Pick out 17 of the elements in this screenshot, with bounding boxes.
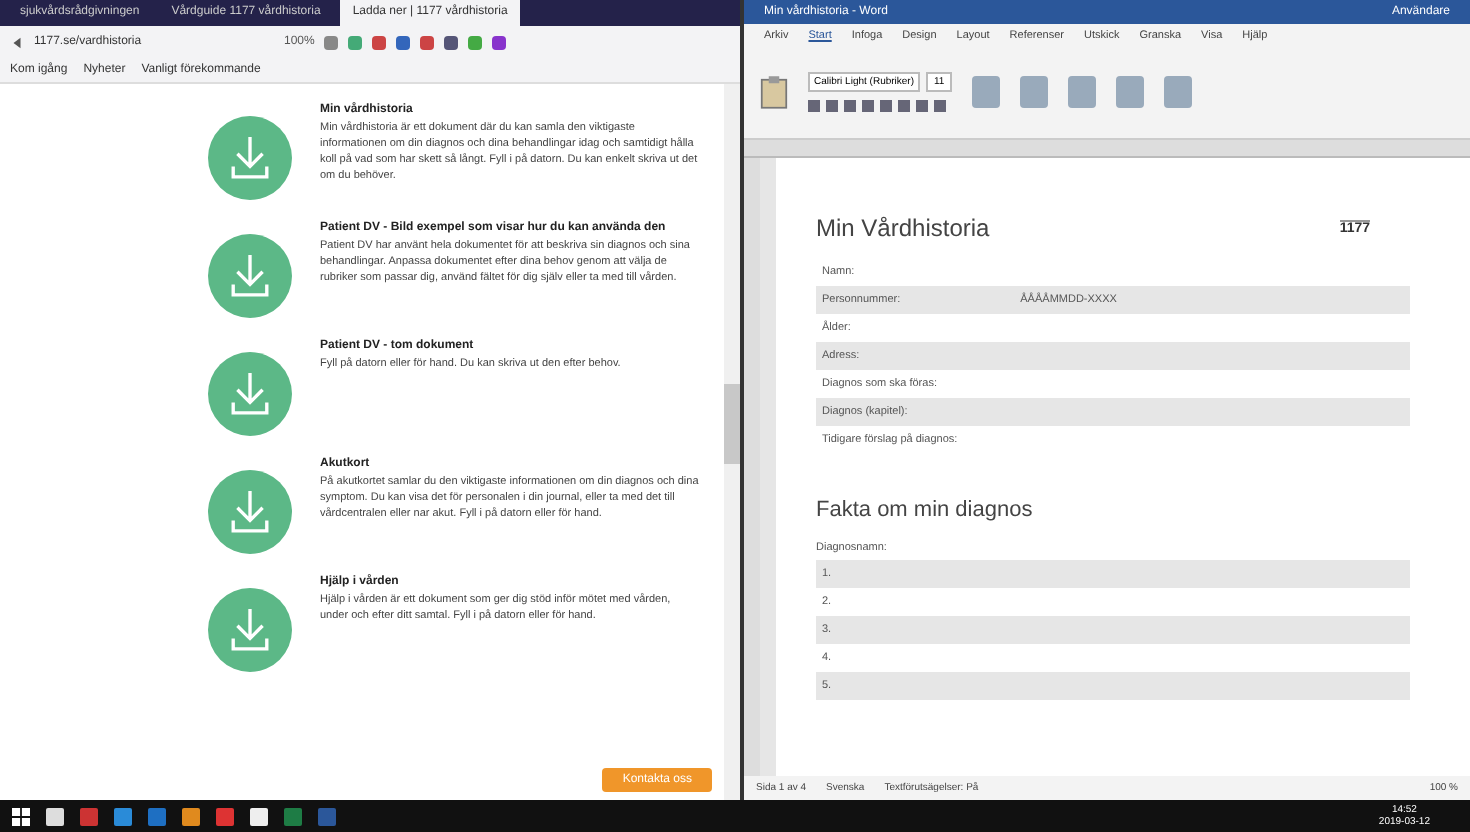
ribbon-icon[interactable] — [1020, 76, 1049, 108]
windows-icon[interactable] — [12, 807, 30, 825]
download-icon[interactable] — [208, 116, 292, 200]
ribbon-icon[interactable] — [1068, 76, 1097, 108]
scrollbar[interactable] — [724, 84, 740, 800]
back-icon[interactable] — [10, 35, 24, 49]
ribbon-icon[interactable] — [1164, 76, 1193, 108]
download-icon[interactable] — [208, 234, 292, 318]
download-icon[interactable] — [208, 470, 292, 554]
section-heading: Fakta om min diagnos — [816, 498, 1035, 522]
ribbon-icon[interactable] — [1116, 76, 1145, 108]
clipboard-icon[interactable] — [760, 74, 788, 110]
download-icon[interactable] — [208, 352, 292, 436]
document-heading: Min Vårdhistoria — [816, 214, 990, 242]
ribbon-icon[interactable] — [972, 76, 1001, 108]
scrollbar-thumb[interactable] — [724, 384, 740, 464]
download-icon[interactable] — [208, 588, 292, 672]
